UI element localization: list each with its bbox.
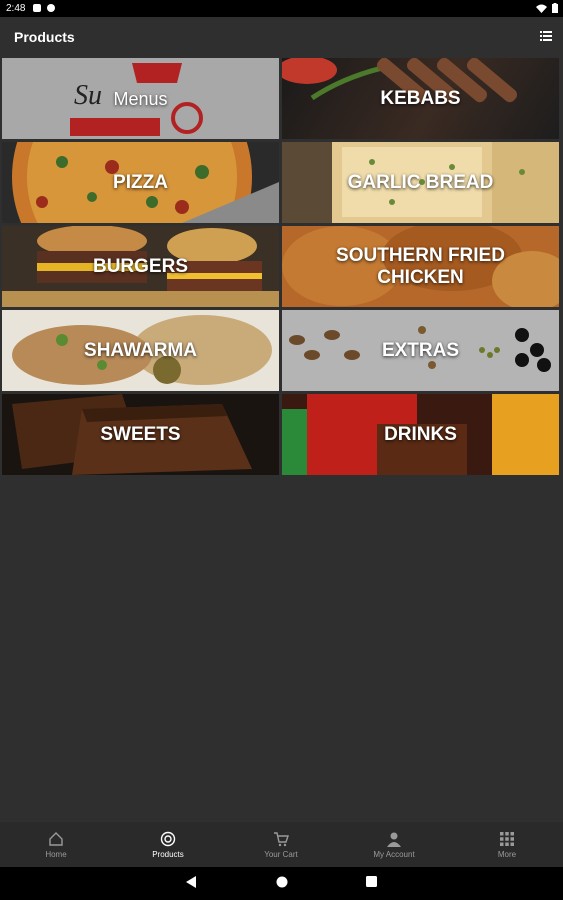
nav-home[interactable]: Home	[0, 822, 112, 867]
category-label: BURGERS	[92, 255, 188, 277]
category-label: PIZZA	[113, 171, 168, 193]
category-label: SOUTHERN FRIED CHICKEN	[336, 244, 505, 288]
category-tile-kebabs[interactable]: KEBABS	[282, 58, 559, 139]
nav-label: Your Cart	[264, 849, 298, 859]
status-bar: 2:48	[0, 0, 563, 17]
category-tile-pizza[interactable]: PIZZA	[2, 142, 279, 223]
category-label: SHAWARMA	[84, 339, 197, 361]
nav-label: My Account	[373, 849, 415, 859]
category-tile-burgers[interactable]: BURGERS	[2, 226, 279, 307]
home-icon	[49, 831, 63, 846]
category-tile-extras[interactable]: EXTRAS	[282, 310, 559, 391]
app-bar: Products	[0, 17, 563, 57]
nav-cart[interactable]: Your Cart	[225, 822, 337, 867]
battery-icon	[552, 3, 558, 13]
wifi-icon	[536, 4, 547, 13]
grid-icon	[500, 831, 514, 846]
account-icon	[387, 832, 401, 847]
back-icon[interactable]	[186, 876, 196, 888]
nav-account[interactable]: My Account	[338, 822, 450, 867]
category-label: KEBABS	[380, 87, 461, 109]
nav-label: Products	[152, 849, 184, 859]
category-tile-drinks[interactable]: DRINKS	[282, 394, 559, 475]
notification-icon	[33, 4, 41, 12]
status-time: 2:48	[6, 3, 26, 14]
bottom-nav: Home Products Your Cart My Account More	[0, 822, 563, 867]
page-title: Products	[14, 29, 75, 45]
home-button-icon[interactable]	[276, 876, 288, 888]
category-label: SWEETS	[100, 423, 181, 445]
notification-icon	[47, 4, 55, 12]
notification-icons	[33, 4, 55, 12]
category-tile-southern-fried-chicken[interactable]: SOUTHERN FRIED CHICKEN	[282, 226, 559, 307]
system-nav-bar	[0, 867, 563, 900]
cart-icon	[274, 831, 289, 846]
recents-icon[interactable]	[366, 876, 377, 887]
category-tile-menus[interactable]: Su Menus	[2, 58, 279, 139]
category-label: DRINKS	[384, 423, 457, 445]
nav-products[interactable]: Products	[112, 822, 224, 867]
category-label: Menus	[113, 88, 168, 109]
category-label: GARLIC BREAD	[347, 171, 494, 193]
status-right	[536, 3, 558, 13]
nav-more[interactable]: More	[451, 822, 563, 867]
products-icon	[160, 831, 176, 846]
category-tile-sweets[interactable]: SWEETS	[2, 394, 279, 475]
category-label: EXTRAS	[381, 339, 460, 361]
nav-label: Home	[45, 849, 67, 859]
list-view-icon[interactable]	[540, 31, 552, 41]
nav-label: More	[497, 849, 517, 859]
category-tile-shawarma[interactable]: SHAWARMA	[2, 310, 279, 391]
category-tile-garlic-bread[interactable]: GARLIC BREAD	[282, 142, 559, 223]
